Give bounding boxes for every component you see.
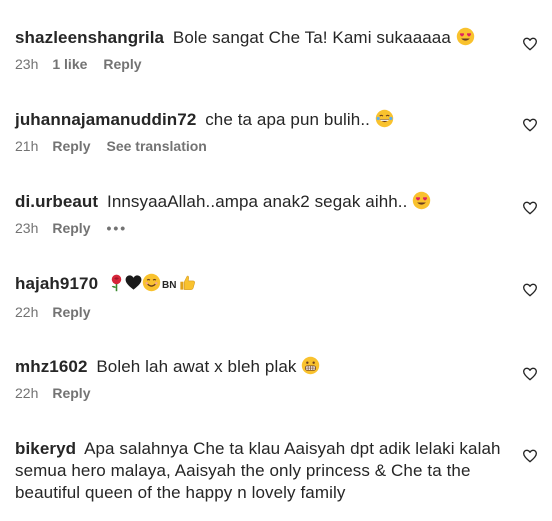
comment-item: hajah9170 BN 22h Reply (15, 273, 515, 320)
reply-button[interactable]: Reply (52, 304, 90, 320)
heart-outline-icon[interactable] (522, 282, 538, 298)
comment-timestamp[interactable]: 23h (15, 56, 38, 72)
comment-username[interactable]: bikeryd (15, 439, 76, 458)
comment-username[interactable]: di.urbeaut (15, 192, 98, 211)
comment-meta: 22h Reply (15, 304, 515, 320)
comment-item: di.urbeaut InnsyaaAllah..ampa anak2 sega… (15, 191, 515, 236)
black-heart-emoji (124, 273, 143, 292)
comment-item: mhz1602 Boleh lah awat x bleh plak 22h R… (15, 356, 515, 401)
see-translation-button[interactable]: See translation (106, 138, 206, 154)
comment-text: Apa salahnya Che ta klau Aaisyah dpt adi… (15, 439, 501, 502)
more-options-button[interactable]: ••• (106, 220, 127, 236)
comment-meta: 22h Reply (15, 385, 515, 401)
reply-button[interactable]: Reply (52, 385, 90, 401)
comment-body: shazleenshangrila Bole sangat Che Ta! Ka… (15, 27, 515, 49)
likes-count-link[interactable]: 1 like (52, 56, 87, 72)
comment-item: shazleenshangrila Bole sangat Che Ta! Ka… (15, 27, 515, 72)
comment-timestamp[interactable]: 21h (15, 138, 38, 154)
comment-username[interactable]: juhannajamanuddin72 (15, 110, 196, 129)
comment-username[interactable]: hajah9170 (15, 274, 98, 293)
comment-body: juhannajamanuddin72 che ta apa pun bulih… (15, 109, 515, 131)
comment-text: Boleh lah awat x bleh plak (96, 357, 297, 376)
comment-body: hajah9170 BN (15, 273, 515, 297)
heart-eyes-emoji (456, 27, 475, 46)
smiling-face-emoji (142, 273, 161, 292)
comment-timestamp[interactable]: 23h (15, 220, 38, 236)
grimacing-face-emoji (301, 356, 320, 375)
reply-button[interactable]: Reply (103, 56, 141, 72)
comment-item: juhannajamanuddin72 che ta apa pun bulih… (15, 109, 515, 154)
heart-outline-icon[interactable] (522, 36, 538, 52)
comment-text: Bole sangat Che Ta! Kami sukaaaaa (172, 28, 451, 47)
comment-item: bikeryd Apa salahnya Che ta klau Aaisyah… (15, 438, 513, 504)
reply-button[interactable]: Reply (52, 220, 90, 236)
heart-eyes-emoji (412, 191, 431, 210)
tears-of-joy-emoji (375, 109, 394, 128)
comment-meta: 23h 1 like Reply (15, 56, 515, 72)
comment-meta: 23h Reply ••• (15, 220, 515, 236)
heart-outline-icon[interactable] (522, 366, 538, 382)
heart-outline-icon[interactable] (522, 448, 538, 464)
comment-text-bn: BN (161, 280, 177, 291)
comment-text: InnsyaaAllah..ampa anak2 segak aihh.. (107, 192, 408, 211)
comment-username[interactable]: mhz1602 (15, 357, 88, 376)
heart-outline-icon[interactable] (522, 117, 538, 133)
comment-meta: 21h Reply See translation (15, 138, 515, 154)
reply-button[interactable]: Reply (52, 138, 90, 154)
comment-timestamp[interactable]: 22h (15, 385, 38, 401)
comment-body: mhz1602 Boleh lah awat x bleh plak (15, 356, 515, 378)
comment-username[interactable]: shazleenshangrila (15, 28, 164, 47)
comment-body: bikeryd Apa salahnya Che ta klau Aaisyah… (15, 438, 513, 504)
comment-body: di.urbeaut InnsyaaAllah..ampa anak2 sega… (15, 191, 515, 213)
heart-outline-icon[interactable] (522, 200, 538, 216)
comment-text: che ta apa pun bulih.. (205, 110, 370, 129)
comment-timestamp[interactable]: 22h (15, 304, 38, 320)
thumbs-up-emoji (178, 273, 197, 292)
